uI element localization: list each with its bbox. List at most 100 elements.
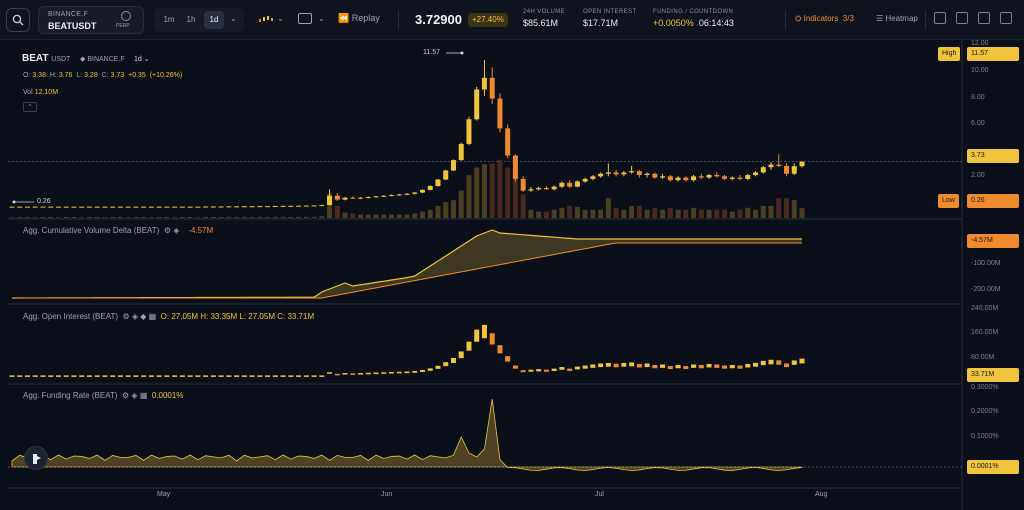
divider bbox=[785, 10, 786, 30]
candle-body bbox=[698, 176, 704, 178]
candle-body bbox=[272, 205, 278, 207]
volume-bar bbox=[528, 209, 534, 218]
volume-bar bbox=[621, 209, 627, 218]
volume-bar bbox=[605, 198, 611, 218]
cvd-axis-tick: -200.00M bbox=[971, 286, 1001, 293]
oi-candle bbox=[784, 363, 790, 368]
candle-body bbox=[512, 155, 518, 179]
collapse-legend-button[interactable]: ^ bbox=[23, 102, 37, 112]
volume-bar bbox=[195, 217, 201, 218]
volume-bar bbox=[629, 205, 635, 218]
stat-label: FUNDING / COUNTDOWN bbox=[653, 9, 734, 15]
settings-icon[interactable]: ⚙ bbox=[122, 391, 129, 400]
search-button[interactable] bbox=[6, 8, 30, 32]
time-axis-tick: Aug bbox=[815, 491, 828, 498]
heatmap-button[interactable]: ☰ Heatmap bbox=[876, 14, 918, 23]
candle-body bbox=[691, 176, 697, 181]
candle-body bbox=[799, 161, 805, 167]
candle-body bbox=[117, 206, 123, 208]
settings-icon[interactable]: ⚙ bbox=[164, 226, 171, 235]
oi-candle bbox=[40, 375, 46, 377]
volume-bar bbox=[249, 217, 255, 218]
candle-body bbox=[373, 196, 379, 198]
volume-bar bbox=[148, 217, 154, 218]
oi-candle bbox=[489, 333, 495, 345]
high-label: High bbox=[938, 47, 961, 61]
volume-bar bbox=[567, 205, 573, 218]
chevron-down-icon[interactable]: ⌄ bbox=[230, 14, 237, 23]
candle-body bbox=[722, 176, 728, 179]
volume-bar bbox=[497, 159, 503, 218]
candle-body bbox=[791, 166, 797, 174]
oi-candle bbox=[32, 375, 38, 377]
chart-type-icon[interactable] bbox=[258, 14, 274, 24]
symbol-selector[interactable]: BINANCE.F BEATUSDT PERP bbox=[38, 6, 144, 34]
oi-candle bbox=[590, 364, 596, 368]
search-icon bbox=[12, 14, 24, 26]
heatmap-label: Heatmap bbox=[885, 14, 918, 23]
fr-value: 0.0001% bbox=[151, 391, 184, 400]
volume-bar bbox=[582, 209, 588, 218]
indicators-button[interactable]: ⛭ Indicators 3/3 bbox=[795, 14, 854, 24]
time-axis-tick: May bbox=[157, 491, 171, 498]
oi-candle bbox=[512, 365, 518, 369]
oi-candle bbox=[660, 364, 666, 368]
oi-candle bbox=[745, 363, 751, 368]
volume-bar bbox=[358, 214, 364, 218]
candle-body bbox=[683, 177, 689, 181]
oi-candle bbox=[450, 357, 456, 363]
candle-body bbox=[644, 173, 650, 176]
timeframe-1m[interactable]: 1m bbox=[159, 11, 179, 29]
cvd-legend: Agg. Cumulative Volume Delta (BEAT) ⚙ ◈ … bbox=[23, 226, 213, 235]
timeframe-1h[interactable]: 1h bbox=[181, 11, 201, 29]
oi-title: Agg. Open Interest (BEAT) bbox=[23, 312, 119, 321]
app-logo-button[interactable] bbox=[24, 446, 48, 470]
oi-candle bbox=[412, 370, 418, 373]
oi-candle bbox=[257, 375, 263, 377]
oi-candle bbox=[381, 372, 387, 374]
volume-bar bbox=[110, 217, 116, 218]
screenshot-icon[interactable] bbox=[934, 12, 946, 24]
candle-body bbox=[303, 205, 309, 207]
volume-bar bbox=[32, 217, 38, 218]
oi-candle bbox=[435, 365, 441, 369]
timeframe-1d[interactable]: 1d bbox=[204, 11, 224, 29]
chevron-down-icon[interactable]: ⌄ bbox=[318, 14, 325, 23]
volume-bar bbox=[559, 207, 565, 218]
oi-candle bbox=[404, 371, 410, 374]
oi-candle bbox=[55, 375, 61, 377]
oi-candle bbox=[559, 367, 565, 370]
candle-body bbox=[419, 189, 425, 193]
stat-value: $17.71M bbox=[583, 18, 619, 28]
candle-body bbox=[210, 206, 216, 208]
oi-candle bbox=[605, 362, 611, 367]
volume-bar bbox=[365, 214, 371, 218]
settings-icon[interactable]: ⚙ bbox=[122, 312, 129, 321]
oi-candle bbox=[799, 358, 805, 364]
volume-bar bbox=[590, 209, 596, 218]
volume-bar bbox=[179, 217, 185, 218]
volume-bar bbox=[520, 194, 526, 218]
candle-body bbox=[598, 173, 604, 177]
high-marker-dot bbox=[460, 51, 464, 55]
candle-body bbox=[296, 205, 302, 207]
eye-icon[interactable]: ◈ bbox=[131, 391, 137, 400]
candle-body bbox=[334, 195, 340, 200]
candle-body bbox=[358, 197, 364, 199]
layout-icon[interactable] bbox=[298, 13, 312, 24]
candle-body bbox=[389, 195, 395, 197]
oi-candle bbox=[296, 375, 302, 377]
oi-candle bbox=[350, 373, 356, 375]
chart-timeframe[interactable]: 1d ⌄ bbox=[134, 55, 150, 63]
chart-canvas[interactable] bbox=[0, 40, 1024, 510]
edit-icon[interactable] bbox=[978, 12, 990, 24]
chevron-down-icon[interactable]: ⌄ bbox=[277, 14, 284, 23]
replay-button[interactable]: ⏪ Replay bbox=[338, 13, 380, 24]
indicators-label: Indicators bbox=[803, 14, 839, 23]
settings-icon[interactable] bbox=[1000, 12, 1012, 24]
eye-icon[interactable]: ◈ bbox=[173, 226, 179, 235]
divider bbox=[925, 10, 926, 30]
volume-bar bbox=[737, 209, 743, 218]
eye-icon[interactable]: ◈ bbox=[132, 312, 138, 321]
layers-icon[interactable] bbox=[956, 12, 968, 24]
